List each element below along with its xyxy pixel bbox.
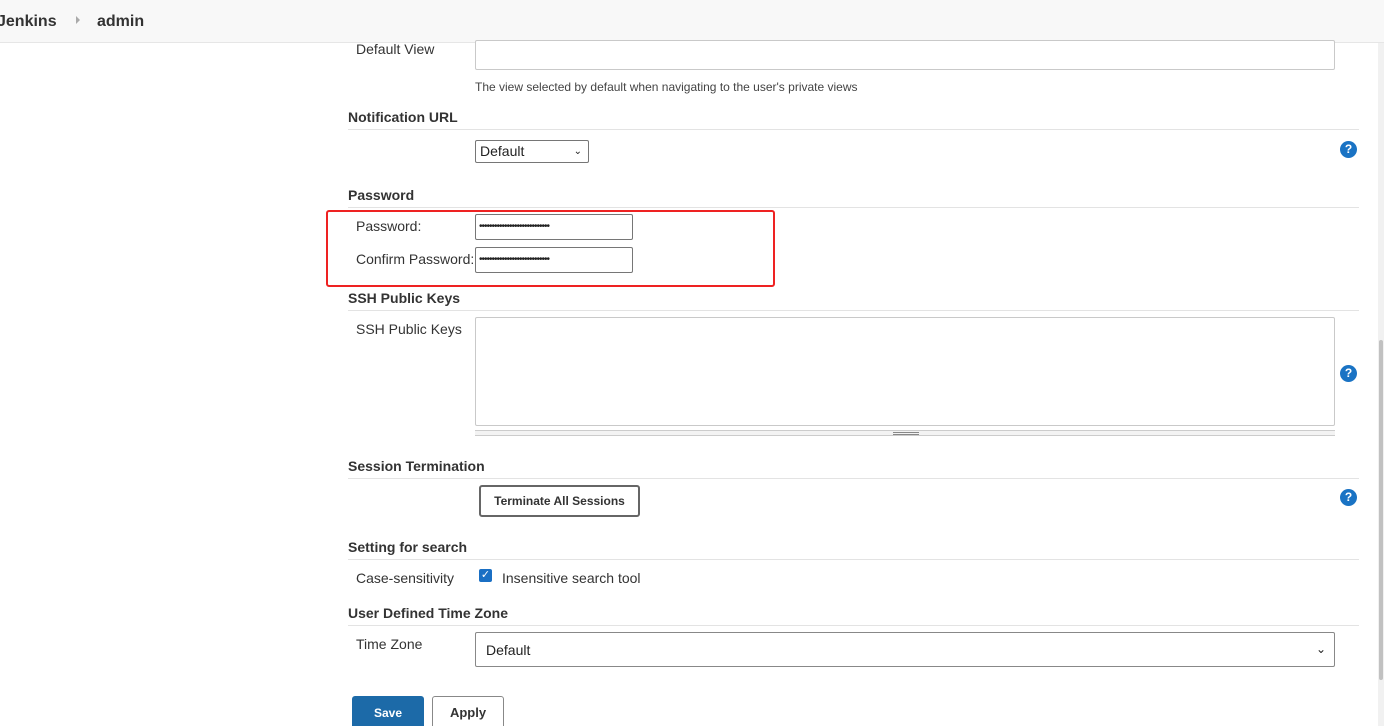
grip-icon	[893, 432, 919, 435]
insensitive-search-checkbox[interactable]: ✓	[479, 569, 492, 582]
session-help-icon[interactable]: ?	[1340, 489, 1357, 506]
section-divider	[348, 478, 1359, 479]
default-view-label: Default View	[356, 41, 435, 57]
timezone-label: Time Zone	[356, 636, 423, 652]
breadcrumb-jenkins[interactable]: Jenkins	[0, 13, 57, 31]
default-view-description: The view selected by default when naviga…	[475, 80, 858, 94]
search-section-title: Setting for search	[348, 539, 468, 555]
breadcrumb-admin[interactable]: admin	[97, 13, 144, 31]
save-button[interactable]: Save	[352, 696, 424, 726]
ssh-keys-label: SSH Public Keys	[356, 321, 462, 337]
password-section-title: Password	[348, 187, 415, 203]
chevron-down-icon: ⌄	[1315, 642, 1326, 656]
top-bar: Jenkins admin	[0, 0, 1384, 43]
ssh-help-icon[interactable]: ?	[1340, 365, 1357, 382]
session-section-title: Session Termination	[348, 458, 485, 474]
terminate-sessions-button[interactable]: Terminate All Sessions	[479, 485, 640, 517]
default-view-input[interactable]	[475, 40, 1335, 70]
notification-url-title: Notification URL	[348, 109, 458, 125]
timezone-section-title: User Defined Time Zone	[348, 605, 509, 621]
annotation-highlight-box	[326, 210, 775, 287]
scrollbar-thumb[interactable]	[1379, 340, 1383, 680]
section-divider	[348, 129, 1359, 130]
page-scrollbar[interactable]	[1378, 43, 1384, 726]
notification-url-selected: Default	[480, 143, 525, 159]
ssh-keys-textarea[interactable]	[475, 317, 1335, 426]
section-divider	[348, 207, 1359, 208]
apply-button[interactable]: Apply	[432, 696, 504, 726]
case-sensitivity-label: Case-sensitivity	[356, 570, 455, 586]
textarea-resize-handle[interactable]	[475, 430, 1335, 436]
section-divider	[348, 559, 1359, 560]
insensitive-search-label[interactable]: Insensitive search tool	[502, 570, 641, 586]
section-divider	[348, 625, 1359, 626]
section-divider	[348, 310, 1359, 311]
breadcrumb-separator-icon	[76, 16, 80, 24]
timezone-selected: Default	[486, 642, 531, 658]
notification-url-select[interactable]: Default ⌄	[475, 140, 589, 163]
chevron-down-icon: ⌄	[573, 146, 582, 157]
notification-help-icon[interactable]: ?	[1340, 141, 1357, 158]
ssh-section-title: SSH Public Keys	[348, 290, 461, 306]
timezone-select[interactable]: Default ⌄	[475, 632, 1335, 667]
